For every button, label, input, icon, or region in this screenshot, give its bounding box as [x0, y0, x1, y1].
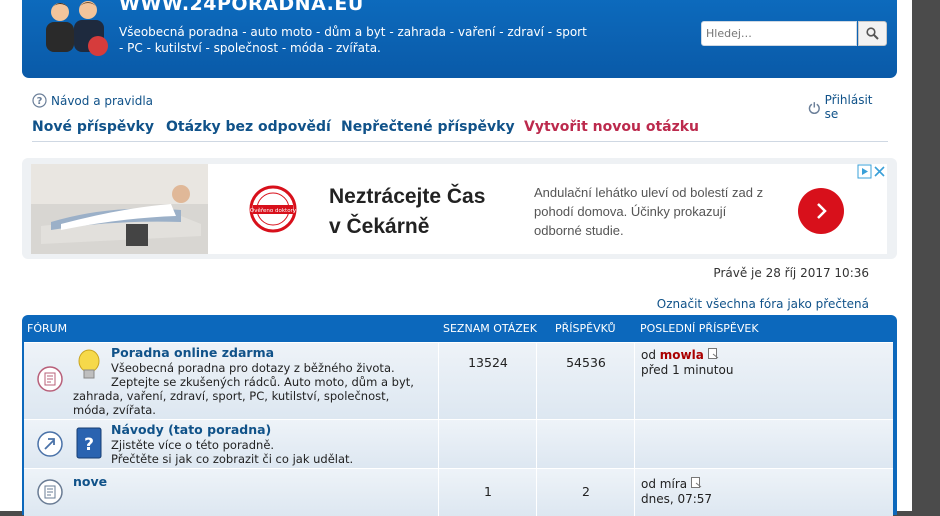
main-navigation: Nové příspěvky Otázky bez odpovědí Nepře…: [32, 117, 888, 142]
verified-badge-icon: Ověřeno doktory: [249, 185, 297, 233]
search-input[interactable]: [701, 21, 857, 46]
ad-choices-icon[interactable]: [857, 164, 887, 179]
forum-title-link[interactable]: Návody (tato poradna): [111, 422, 271, 437]
header-last-post: POSLEDNÍ PŘÍSPĚVEK: [640, 322, 759, 335]
forum-read-icon[interactable]: [37, 479, 63, 505]
last-post-author-link[interactable]: mowla: [660, 348, 704, 362]
posts-count: 54536: [566, 355, 606, 370]
forum-desc-line: zahrada, vaření, zdraví, sport, PC, kuti…: [73, 389, 390, 403]
mark-all-read-link[interactable]: Označit všechna fóra jako přečtená: [657, 297, 869, 311]
page: WWW.24PORADNA.EU Všeobecná poradna - aut…: [0, 0, 912, 516]
forum-desc-line: móda, zvířata.: [73, 403, 156, 417]
last-post-time: před 1 minutou: [641, 363, 734, 377]
create-question-link[interactable]: Vytvořit novou otázku: [524, 119, 699, 135]
header-topics: SEZNAM OTÁZEK: [443, 322, 537, 335]
last-post-info: od míra dnes, 07:57: [641, 477, 712, 507]
forum-desc-line: Zeptejte se zkušených rádců. Auto moto, …: [111, 375, 414, 389]
current-time: Právě je 28 říj 2017 10:36: [713, 266, 869, 280]
forum-description: Zjistěte více o této poradně. Přečtěte s…: [111, 438, 431, 466]
last-post-info: od mowla před 1 minutou: [641, 348, 733, 378]
forum-row: ? Návody (tato poradna) Zjistěte více o …: [24, 419, 893, 468]
topics-count: 13524: [468, 355, 508, 370]
forum-link-icon[interactable]: [37, 431, 63, 457]
forum-description: Všeobecná poradna pro dotazy z běžného ž…: [111, 361, 431, 389]
ad-photo-image: [31, 164, 208, 254]
forum-table: FÓRUM SEZNAM OTÁZEK PŘÍSPĚVKŮ POSLEDNÍ P…: [22, 315, 897, 516]
forum-title-link[interactable]: Poradna online zdarma: [111, 345, 274, 360]
last-post-time: dnes, 07:57: [641, 492, 713, 506]
site-description-line1: Všeobecná poradna - auto moto - dům a by…: [119, 25, 587, 39]
rules-label: Návod a pravidla: [51, 93, 154, 108]
forum-desc-line: Všeobecná poradna pro dotazy z běžného ž…: [111, 361, 395, 375]
svg-text:?: ?: [84, 435, 94, 455]
search-button[interactable]: [858, 21, 887, 46]
power-icon: [808, 101, 820, 114]
site-description: Všeobecná poradna - auto moto - dům a by…: [119, 24, 639, 56]
forum-table-header: FÓRUM SEZNAM OTÁZEK PŘÍSPĚVKŮ POSLEDNÍ P…: [22, 315, 897, 341]
site-header: WWW.24PORADNA.EU Všeobecná poradna - aut…: [22, 0, 897, 78]
ad-arrow-button[interactable]: [798, 188, 844, 234]
badge-text: Ověřeno doktory: [250, 207, 297, 214]
site-title[interactable]: WWW.24PORADNA.EU: [119, 0, 364, 15]
forum-row: Poradna online zdarma Všeobecná poradna …: [24, 342, 893, 419]
header-posts: PŘÍSPĚVKŮ: [555, 322, 616, 335]
rules-link[interactable]: ? Návod a pravidla: [32, 93, 153, 108]
forum-row: nove 1 2 od míra dnes, 07:57: [24, 468, 893, 516]
help-book-icon: ?: [76, 427, 102, 459]
lightbulb-icon: [78, 349, 100, 379]
forum-desc-line: Zjistěte více o této poradně.: [111, 438, 275, 452]
ad-text: Andulační lehátko uleví od bolestí zad z…: [534, 185, 764, 238]
last-post-by-prefix: od: [641, 348, 656, 362]
advertisement-banner: Ověřeno doktory Neztrácejte Čas v Čekárn…: [22, 158, 897, 259]
ad-headline-line2: v Čekárně: [329, 215, 430, 238]
view-latest-post-icon[interactable]: [707, 348, 719, 359]
posts-count: 2: [582, 484, 590, 499]
chevron-right-icon: [817, 203, 827, 219]
help-icon: ?: [32, 93, 47, 108]
new-posts-link[interactable]: Nové příspěvky: [32, 119, 154, 135]
ad-content[interactable]: Ověřeno doktory Neztrácejte Čas v Čekárn…: [31, 164, 887, 254]
forum-unread-icon[interactable]: [37, 366, 63, 392]
search-icon: [866, 27, 879, 40]
last-post-by-prefix: od: [641, 477, 656, 491]
people-logo-icon[interactable]: [38, 0, 118, 58]
forum-description-cont: zahrada, vaření, zdraví, sport, PC, kuti…: [73, 389, 433, 417]
svg-text:?: ?: [37, 96, 43, 107]
window-background: [912, 0, 940, 511]
unanswered-link[interactable]: Otázky bez odpovědí: [166, 119, 331, 135]
forum-desc-line: Přečtěte si jak co zobrazit či co jak ud…: [111, 452, 354, 466]
topics-count: 1: [484, 484, 492, 499]
ad-headline-line1: Neztrácejte Čas: [329, 185, 486, 208]
header-forum: FÓRUM: [27, 322, 68, 335]
view-latest-post-icon[interactable]: [690, 477, 702, 488]
unread-link[interactable]: Nepřečtené příspěvky: [341, 119, 515, 135]
forum-title-link[interactable]: nove: [73, 474, 107, 489]
site-description-line2: - PC - kutilství - společnost - móda - z…: [119, 41, 381, 55]
ad-headline: Neztrácejte Čas v Čekárně: [329, 182, 529, 242]
top-navigation: ? Návod a pravidla Přihlásit se: [31, 93, 888, 121]
last-post-author-link[interactable]: míra: [660, 477, 687, 491]
